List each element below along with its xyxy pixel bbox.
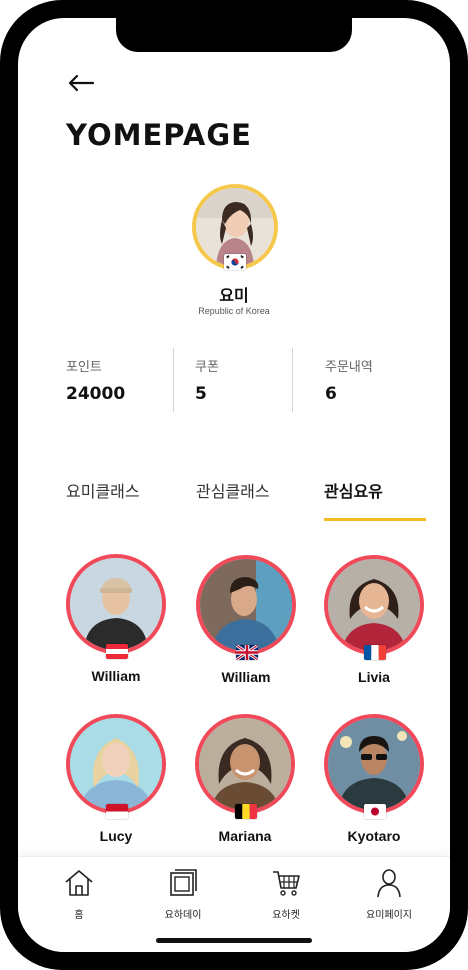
friend-name: William <box>221 669 271 685</box>
austria-flag-icon <box>106 644 128 659</box>
stat-orders[interactable]: 주문내역 6 <box>325 356 373 404</box>
france-flag-icon <box>364 645 386 660</box>
japan-flag-icon <box>364 804 386 819</box>
stat-divider <box>173 348 174 412</box>
person-icon <box>377 869 401 898</box>
stat-points[interactable]: 포인트 24000 <box>66 356 125 404</box>
cart-icon <box>273 871 300 896</box>
home-icon <box>65 870 93 896</box>
uk-flag-icon <box>236 645 258 660</box>
friend-name: Kyotaro <box>347 828 401 844</box>
home-indicator[interactable] <box>156 938 312 943</box>
stat-value: 6 <box>325 384 337 404</box>
friend-card[interactable]: Lucy <box>66 714 170 854</box>
tab-yomi-class[interactable]: 요미클래스 <box>66 478 140 502</box>
stat-divider <box>292 348 293 412</box>
friend-name: Mariana <box>218 828 272 844</box>
friend-avatar <box>195 714 295 814</box>
stat-label: 쿠폰 <box>195 360 219 375</box>
friend-name: Livia <box>358 669 390 685</box>
friend-name: William <box>91 668 141 684</box>
stat-value: 5 <box>195 384 207 404</box>
stat-coupons[interactable]: 쿠폰 5 <box>195 356 219 404</box>
friend-avatar <box>66 714 166 814</box>
photo-frame-icon <box>170 869 197 896</box>
belgium-flag-icon <box>235 804 257 819</box>
stat-label: 주문내역 <box>325 360 373 375</box>
friend-card[interactable]: William <box>66 554 170 694</box>
friend-avatar <box>66 554 166 654</box>
back-button[interactable] <box>66 68 96 98</box>
nav-item-home[interactable]: 홈 <box>39 867 119 921</box>
friend-avatar <box>324 555 424 655</box>
friend-card[interactable]: Livia <box>324 555 428 695</box>
friend-card[interactable]: Kyotaro <box>324 714 428 854</box>
south-korea-flag-icon <box>224 254 246 270</box>
friend-card[interactable]: William <box>196 555 300 695</box>
indonesia-flag-icon <box>106 804 128 819</box>
nav-item-yohaket[interactable]: 요하켓 <box>246 867 326 921</box>
nav-label: 요하데이 <box>164 910 202 921</box>
nav-label: 요미페이지 <box>366 910 412 921</box>
nav-label: 홈 <box>74 910 84 921</box>
phone-frame: YOMEPAGE 요미 Republic of Korea 포인트 24000 … <box>0 0 468 970</box>
tab-interest-yoyu[interactable]: 관심요유 <box>324 478 383 502</box>
friend-avatar <box>196 555 296 655</box>
nav-item-yohaday[interactable]: 요하데이 <box>143 867 223 921</box>
profile-name: 요미 <box>219 286 249 305</box>
tab-interest-class[interactable]: 관심클래스 <box>196 478 270 502</box>
arrow-left-icon <box>68 74 95 92</box>
app-screen: YOMEPAGE 요미 Republic of Korea 포인트 24000 … <box>18 18 450 952</box>
friend-card[interactable]: Mariana <box>195 714 299 854</box>
nav-label: 요하켓 <box>272 910 300 921</box>
notch <box>116 18 352 52</box>
stat-label: 포인트 <box>66 360 102 375</box>
page-title: YOMEPAGE <box>66 118 252 152</box>
friend-avatar <box>324 714 424 814</box>
nav-item-yomipage[interactable]: 요미페이지 <box>349 867 429 921</box>
stat-value: 24000 <box>66 384 126 404</box>
active-tab-indicator <box>324 518 426 521</box>
profile-country: Republic of Korea <box>198 306 270 316</box>
friend-name: Lucy <box>99 828 133 844</box>
